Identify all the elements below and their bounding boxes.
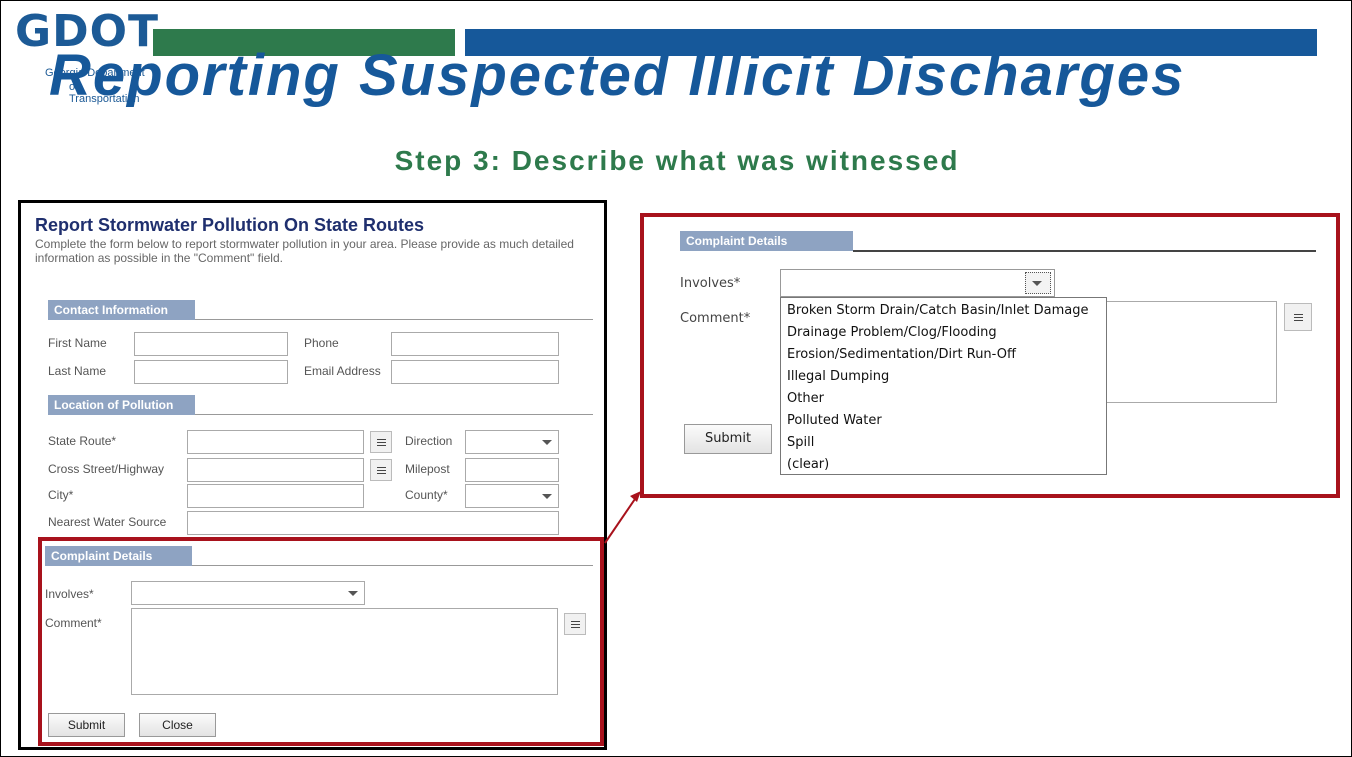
dropdown-option[interactable]: Broken Storm Drain/Catch Basin/Inlet Dam… — [787, 300, 1088, 321]
dropdown-option[interactable]: Other — [787, 388, 824, 409]
chevron-down-icon — [1032, 281, 1042, 286]
zoom-involves-label: Involves* — [680, 276, 741, 291]
zoom-involves-dropdown-button[interactable] — [1025, 272, 1051, 294]
zoom-comment-list-button[interactable] — [1284, 303, 1312, 331]
zoom-comment-label: Comment* — [680, 311, 751, 326]
involves-dropdown-list: Broken Storm Drain/Catch Basin/Inlet Dam… — [780, 297, 1107, 475]
zoom-submit-button[interactable]: Submit — [684, 424, 772, 454]
zoom-section-complaint-details: Complaint Details — [680, 231, 853, 251]
dropdown-option[interactable]: (clear) — [787, 454, 829, 475]
zoom-section-divider — [853, 250, 1316, 252]
dropdown-option[interactable]: Spill — [787, 432, 814, 453]
zoom-comment-textarea[interactable] — [1105, 301, 1277, 403]
dropdown-option[interactable]: Illegal Dumping — [787, 366, 889, 387]
slide: GDOT Georgia Department of Transportatio… — [0, 0, 1352, 757]
dropdown-option[interactable]: Erosion/Sedimentation/Dirt Run-Off — [787, 344, 1016, 365]
dropdown-option[interactable]: Polluted Water — [787, 410, 882, 431]
dropdown-option[interactable]: Drainage Problem/Clog/Flooding — [787, 322, 997, 343]
zoom-involves-select[interactable] — [780, 269, 1055, 297]
